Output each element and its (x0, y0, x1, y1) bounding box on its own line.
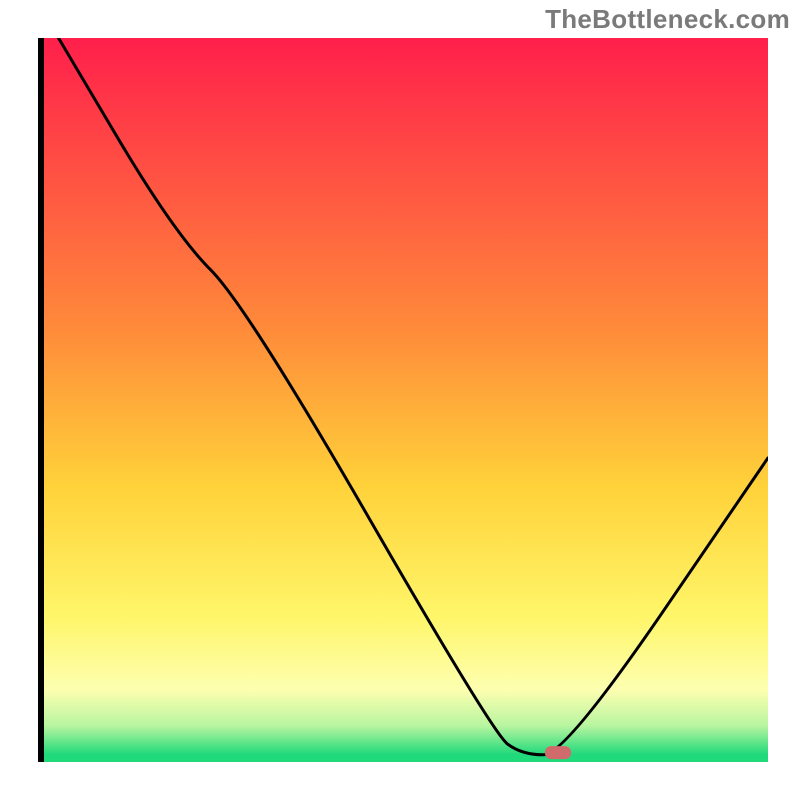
gradient-background (44, 38, 768, 762)
chart-svg (44, 38, 768, 762)
plot-area (38, 38, 762, 762)
watermark-text: TheBottleneck.com (545, 4, 790, 35)
optimum-marker (545, 746, 571, 759)
chart-container: TheBottleneck.com (0, 0, 800, 800)
